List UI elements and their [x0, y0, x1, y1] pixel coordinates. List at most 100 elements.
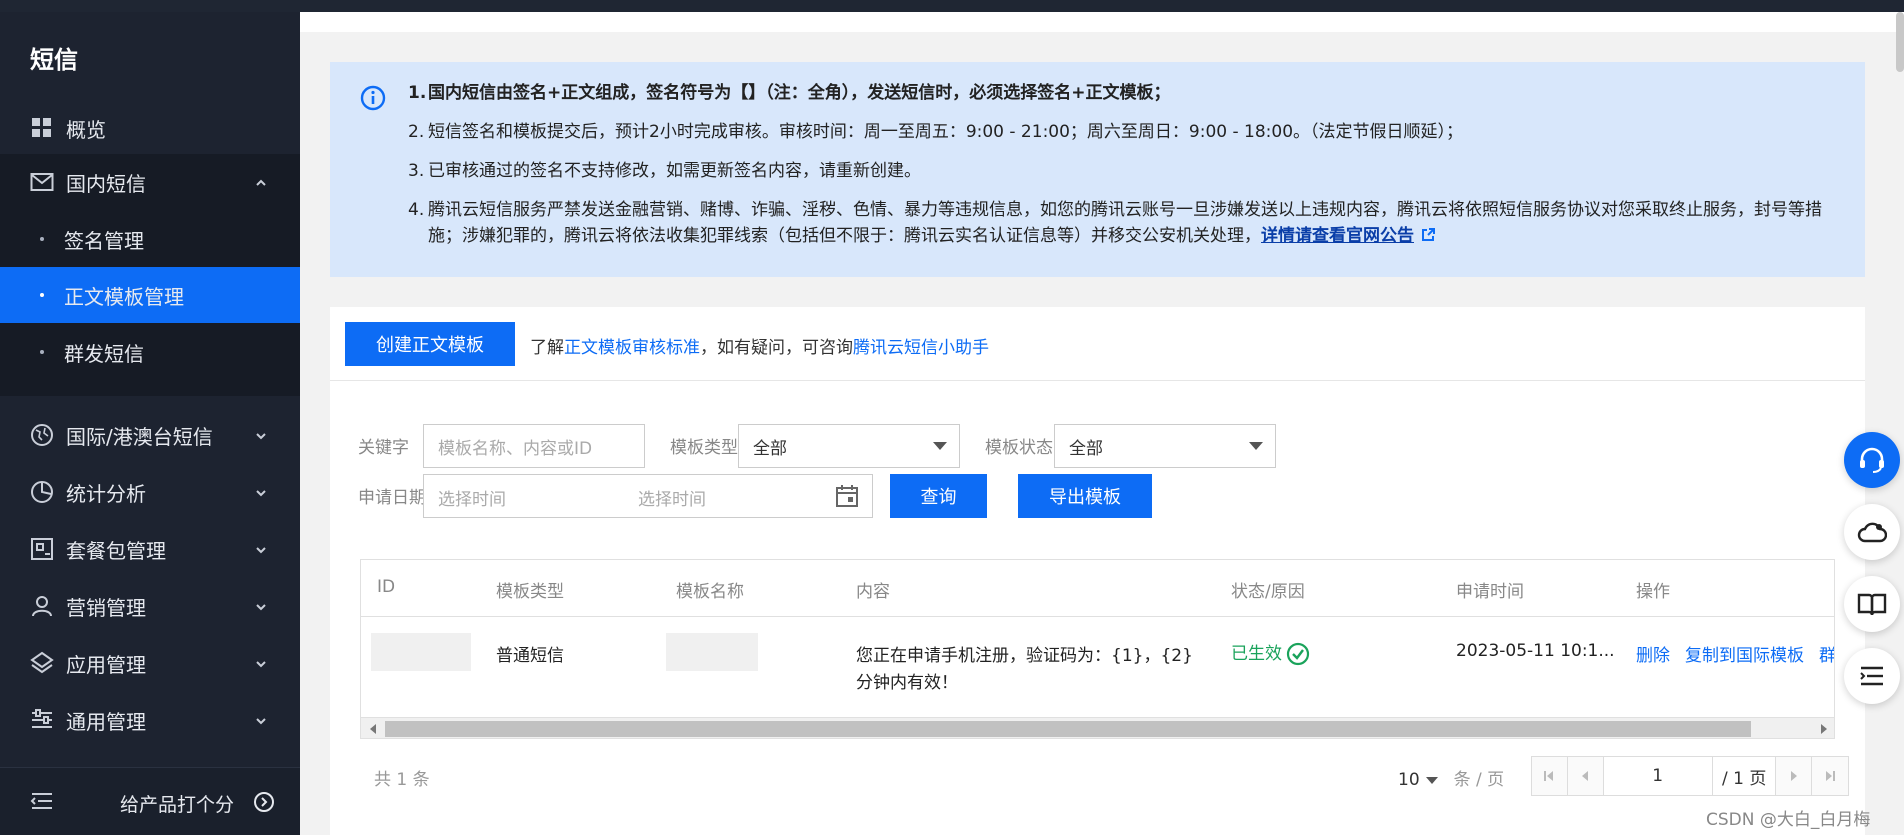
next-page-icon [1790, 771, 1797, 781]
chevron-down-icon [254, 713, 268, 727]
sidebar-sub-bulk-sms[interactable]: 群发短信 [0, 324, 300, 380]
template-status-select[interactable]: 全部 [1054, 424, 1276, 468]
date-start-input[interactable]: 选择时间 [438, 485, 506, 510]
delete-link[interactable]: 删除 [1636, 641, 1670, 666]
notice-item: 3. 已审核通过的签名不支持修改，如需更新签名内容，请重新创建。 [408, 161, 921, 181]
total-pages: / 1 页 [1713, 757, 1777, 795]
sidebar-item-label: 国内短信 [66, 171, 146, 196]
sidebar-item-general[interactable]: 通用管理 [0, 692, 300, 748]
prev-page-button[interactable] [1567, 757, 1604, 795]
documentation-button[interactable] [1844, 576, 1900, 632]
list-icon [1860, 666, 1883, 686]
sidebar-item-domestic-sms[interactable]: 国内短信 [0, 154, 300, 210]
watermark: CSDN @大白_白月梅 [1706, 810, 1871, 830]
apply-date-label: 申请日期 [358, 488, 426, 508]
cell-template-type: 普通短信 [496, 646, 564, 666]
globe-icon [30, 423, 54, 447]
sidebar-item-label: 套餐包管理 [66, 538, 166, 563]
date-end-input[interactable]: 选择时间 [638, 485, 706, 510]
check-circle-icon [1286, 642, 1310, 666]
keyword-label: 关键字 [358, 438, 409, 458]
last-page-button[interactable] [1812, 757, 1848, 795]
sidebar-item-international[interactable]: 国际/港澳台短信 [0, 407, 300, 463]
user-icon [30, 594, 54, 618]
column-header: 操作 [1636, 582, 1670, 602]
dropdown-caret-icon [1425, 776, 1438, 784]
keyword-input[interactable]: 模板名称、内容或ID [423, 424, 645, 468]
chevron-down-icon [254, 428, 268, 442]
calendar-icon[interactable] [836, 485, 858, 512]
cell-content-line2: 分钟内有效！ [856, 673, 958, 693]
scroll-thumb[interactable] [385, 721, 1751, 737]
bulk-send-link[interactable]: 群 [1819, 641, 1834, 666]
template-type-select[interactable]: 全部 [738, 424, 960, 468]
review-standard-link[interactable]: 正文模板审核标准 [564, 338, 700, 358]
cloud-assistant-button[interactable] [1844, 504, 1900, 560]
sidebar-item-label: 国际/港澳台短信 [66, 424, 213, 449]
query-button[interactable]: 查询 [890, 474, 987, 518]
next-page-button[interactable] [1776, 757, 1813, 795]
arrow-circle-icon [253, 791, 275, 817]
bullet-dot [40, 237, 44, 241]
table-header: ID 模板类型 模板名称 内容 状态/原因 申请时间 操作 [361, 560, 1834, 617]
panel-toolbar: 创建正文模板 了解正文模板审核标准，如有疑问，可咨询腾讯云短信小助手 [330, 307, 1865, 381]
sidebar-footer: 给产品打个分 [0, 767, 300, 835]
customer-service-button[interactable] [1844, 432, 1900, 488]
template-type-label: 模板类型 [670, 438, 738, 458]
date-range-picker[interactable]: 选择时间 选择时间 [423, 474, 873, 518]
sidebar-item-overview[interactable]: 概览 [0, 100, 300, 156]
book-icon [1857, 593, 1887, 616]
cell-apply-time: 2023-05-11 10:1... [1456, 641, 1615, 661]
page-size-select[interactable]: 10 条 / 页 [1398, 765, 1504, 790]
sidebar-item-label: 统计分析 [66, 481, 146, 506]
sms-assistant-link[interactable]: 腾讯云短信小助手 [853, 338, 989, 358]
chevron-down-icon [254, 599, 268, 613]
template-panel: 创建正文模板 了解正文模板审核标准，如有疑问，可咨询腾讯云短信小助手 关键字 模… [330, 307, 1865, 835]
vertical-scrollbar[interactable] [1896, 12, 1904, 72]
horizontal-scrollbar[interactable] [361, 717, 1834, 738]
create-template-button[interactable]: 创建正文模板 [345, 322, 515, 366]
first-page-icon [1544, 771, 1554, 781]
template-status-label: 模板状态 [985, 438, 1053, 458]
sidebar-item-packages[interactable]: 套餐包管理 [0, 521, 300, 577]
sidebar-item-apps[interactable]: 应用管理 [0, 635, 300, 691]
page-number-input[interactable]: 1 [1604, 757, 1713, 795]
column-header: 模板名称 [676, 582, 744, 602]
sidebar: 短信 概览 国内短信 签名管理 正文模板管理 群发短信 国际/港澳台短信 统计分… [0, 12, 300, 835]
info-icon [360, 85, 386, 115]
sidebar-item-statistics[interactable]: 统计分析 [0, 464, 300, 520]
collapse-menu-icon[interactable] [30, 790, 54, 816]
sidebar-sub-template[interactable]: 正文模板管理 [0, 267, 300, 323]
sidebar-item-label: 概览 [66, 117, 106, 142]
total-count: 共 1 条 [374, 770, 430, 790]
sidebar-item-label: 应用管理 [66, 652, 146, 677]
notice-item: 2. 短信签名和模板提交后，预计2小时完成审核。审核时间：周一至周五：9:00 -… [408, 122, 1464, 142]
sidebar-item-marketing[interactable]: 营销管理 [0, 578, 300, 634]
scroll-left-arrow-icon[interactable] [370, 724, 376, 734]
sidebar-sub-signature[interactable]: 签名管理 [0, 211, 300, 267]
cloud-icon [1857, 522, 1887, 543]
column-header: 状态/原因 [1231, 582, 1305, 602]
sidebar-item-label: 营销管理 [66, 595, 146, 620]
dropdown-caret-icon [1249, 442, 1263, 450]
first-page-button[interactable] [1532, 757, 1568, 795]
sidebar-group-domestic: 国内短信 签名管理 正文模板管理 群发短信 [0, 154, 300, 396]
pie-chart-icon [30, 480, 54, 504]
scroll-right-arrow-icon[interactable] [1821, 724, 1827, 734]
notice-item: 4. 腾讯云短信服务严禁发送金融营销、赌博、诈骗、淫秽、色情、暴力等违规信息，如您… [408, 200, 1822, 246]
sidebar-sub-label: 正文模板管理 [64, 284, 184, 309]
layers-icon [30, 651, 54, 675]
official-notice-link[interactable]: 详情请查看官网公告 [1261, 226, 1414, 246]
external-link-icon [1422, 228, 1435, 241]
copy-to-international-link[interactable]: 复制到国际模板 [1685, 641, 1804, 666]
pagination: 1 / 1 页 [1531, 756, 1849, 796]
export-templates-button[interactable]: 导出模板 [1018, 474, 1152, 518]
table-row: 普通短信 您正在申请手机注册，验证码为：{1}，{2} 分钟内有效！ 已生效 2… [361, 617, 1834, 717]
chevron-up-icon [254, 175, 268, 189]
column-header: 模板类型 [496, 582, 564, 602]
rate-product-link[interactable]: 给产品打个分 [120, 790, 234, 817]
cell-content-line1: 您正在申请手机注册，验证码为：{1}，{2} [856, 646, 1193, 666]
outline-button[interactable] [1844, 648, 1900, 704]
top-strip [300, 12, 1904, 32]
sidebar-sub-label: 群发短信 [64, 341, 144, 366]
